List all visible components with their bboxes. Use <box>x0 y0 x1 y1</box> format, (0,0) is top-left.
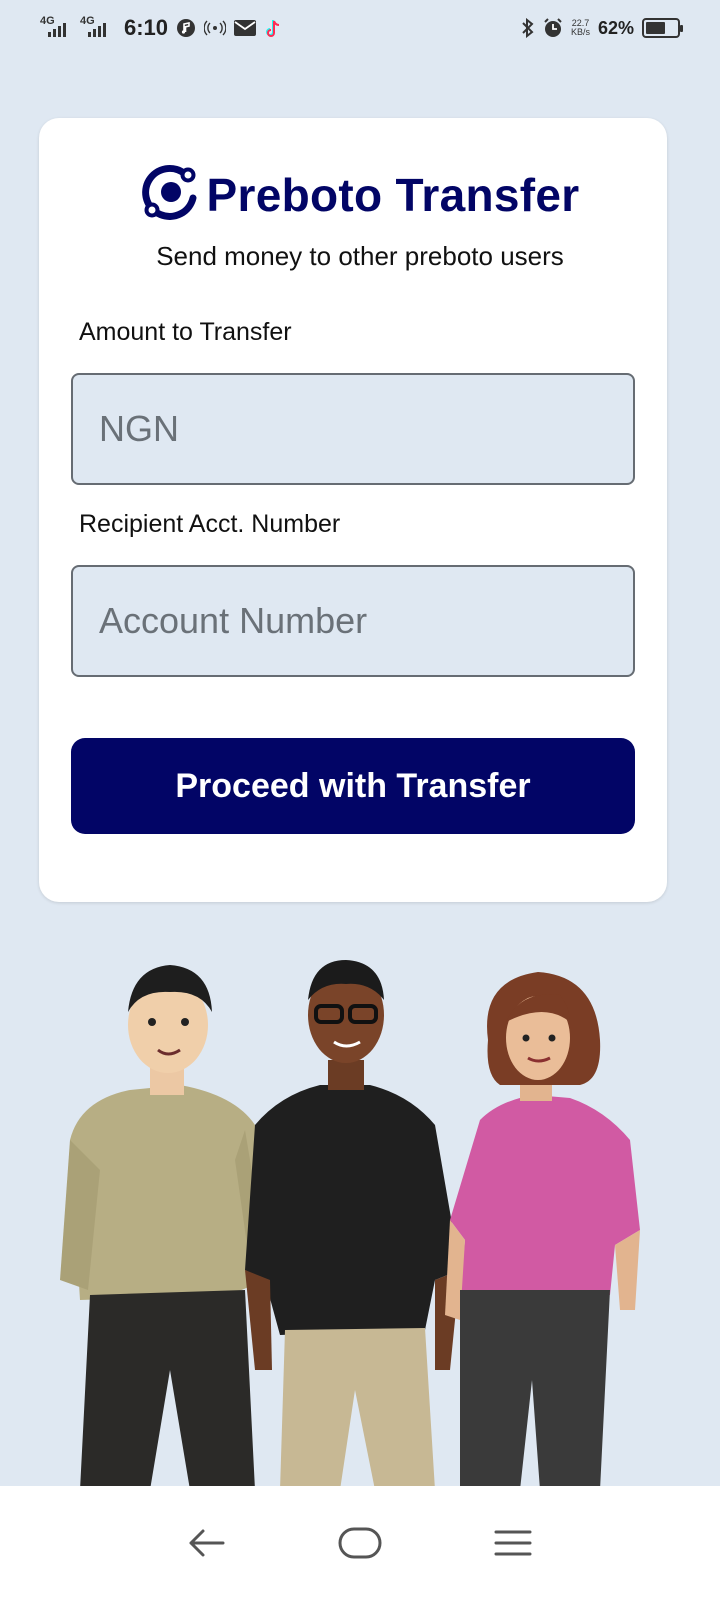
tiktok-icon <box>264 18 282 38</box>
brand-header: Preboto Transfer <box>0 162 720 227</box>
navigation-bar <box>0 1486 720 1600</box>
person-right-figure <box>445 972 640 1490</box>
status-bar: 4G 4G 6:10 22.7 KB/s 62% <box>0 0 720 56</box>
menu-icon[interactable] <box>483 1518 543 1568</box>
bluetooth-icon <box>521 18 535 38</box>
proceed-transfer-button[interactable]: Proceed with Transfer <box>71 738 635 834</box>
preboto-logo-icon <box>141 162 201 227</box>
status-bar-left: 4G 4G 6:10 <box>40 15 282 41</box>
music-icon <box>176 18 196 38</box>
three-people-illustration <box>40 950 660 1490</box>
page-subtitle: Send money to other preboto users <box>156 241 564 271</box>
page-title: Preboto Transfer <box>206 168 580 221</box>
status-bar-right: 22.7 KB/s 62% <box>521 17 683 39</box>
battery-percent: 62% <box>597 17 634 38</box>
home-icon[interactable] <box>330 1518 390 1568</box>
back-icon[interactable] <box>177 1518 237 1568</box>
person-left-figure <box>60 965 265 1490</box>
hotspot-icon <box>204 19 227 37</box>
account-number-input[interactable] <box>71 565 635 677</box>
network-speed: 22.7 KB/s <box>571 19 590 37</box>
battery-icon <box>642 18 683 38</box>
signal-icon: 4G <box>40 15 72 39</box>
speed-unit: KB/s <box>570 27 590 37</box>
mail-icon <box>234 20 257 36</box>
amount-label: Amount to Transfer <box>79 318 292 346</box>
status-time: 6:10 <box>124 15 169 40</box>
battery-level <box>646 22 665 34</box>
account-number-label: Recipient Acct. Number <box>79 510 341 538</box>
signal-icon: 4G <box>80 15 112 39</box>
alarm-icon <box>543 18 563 38</box>
amount-input[interactable] <box>71 373 635 485</box>
person-middle-figure <box>245 960 460 1490</box>
